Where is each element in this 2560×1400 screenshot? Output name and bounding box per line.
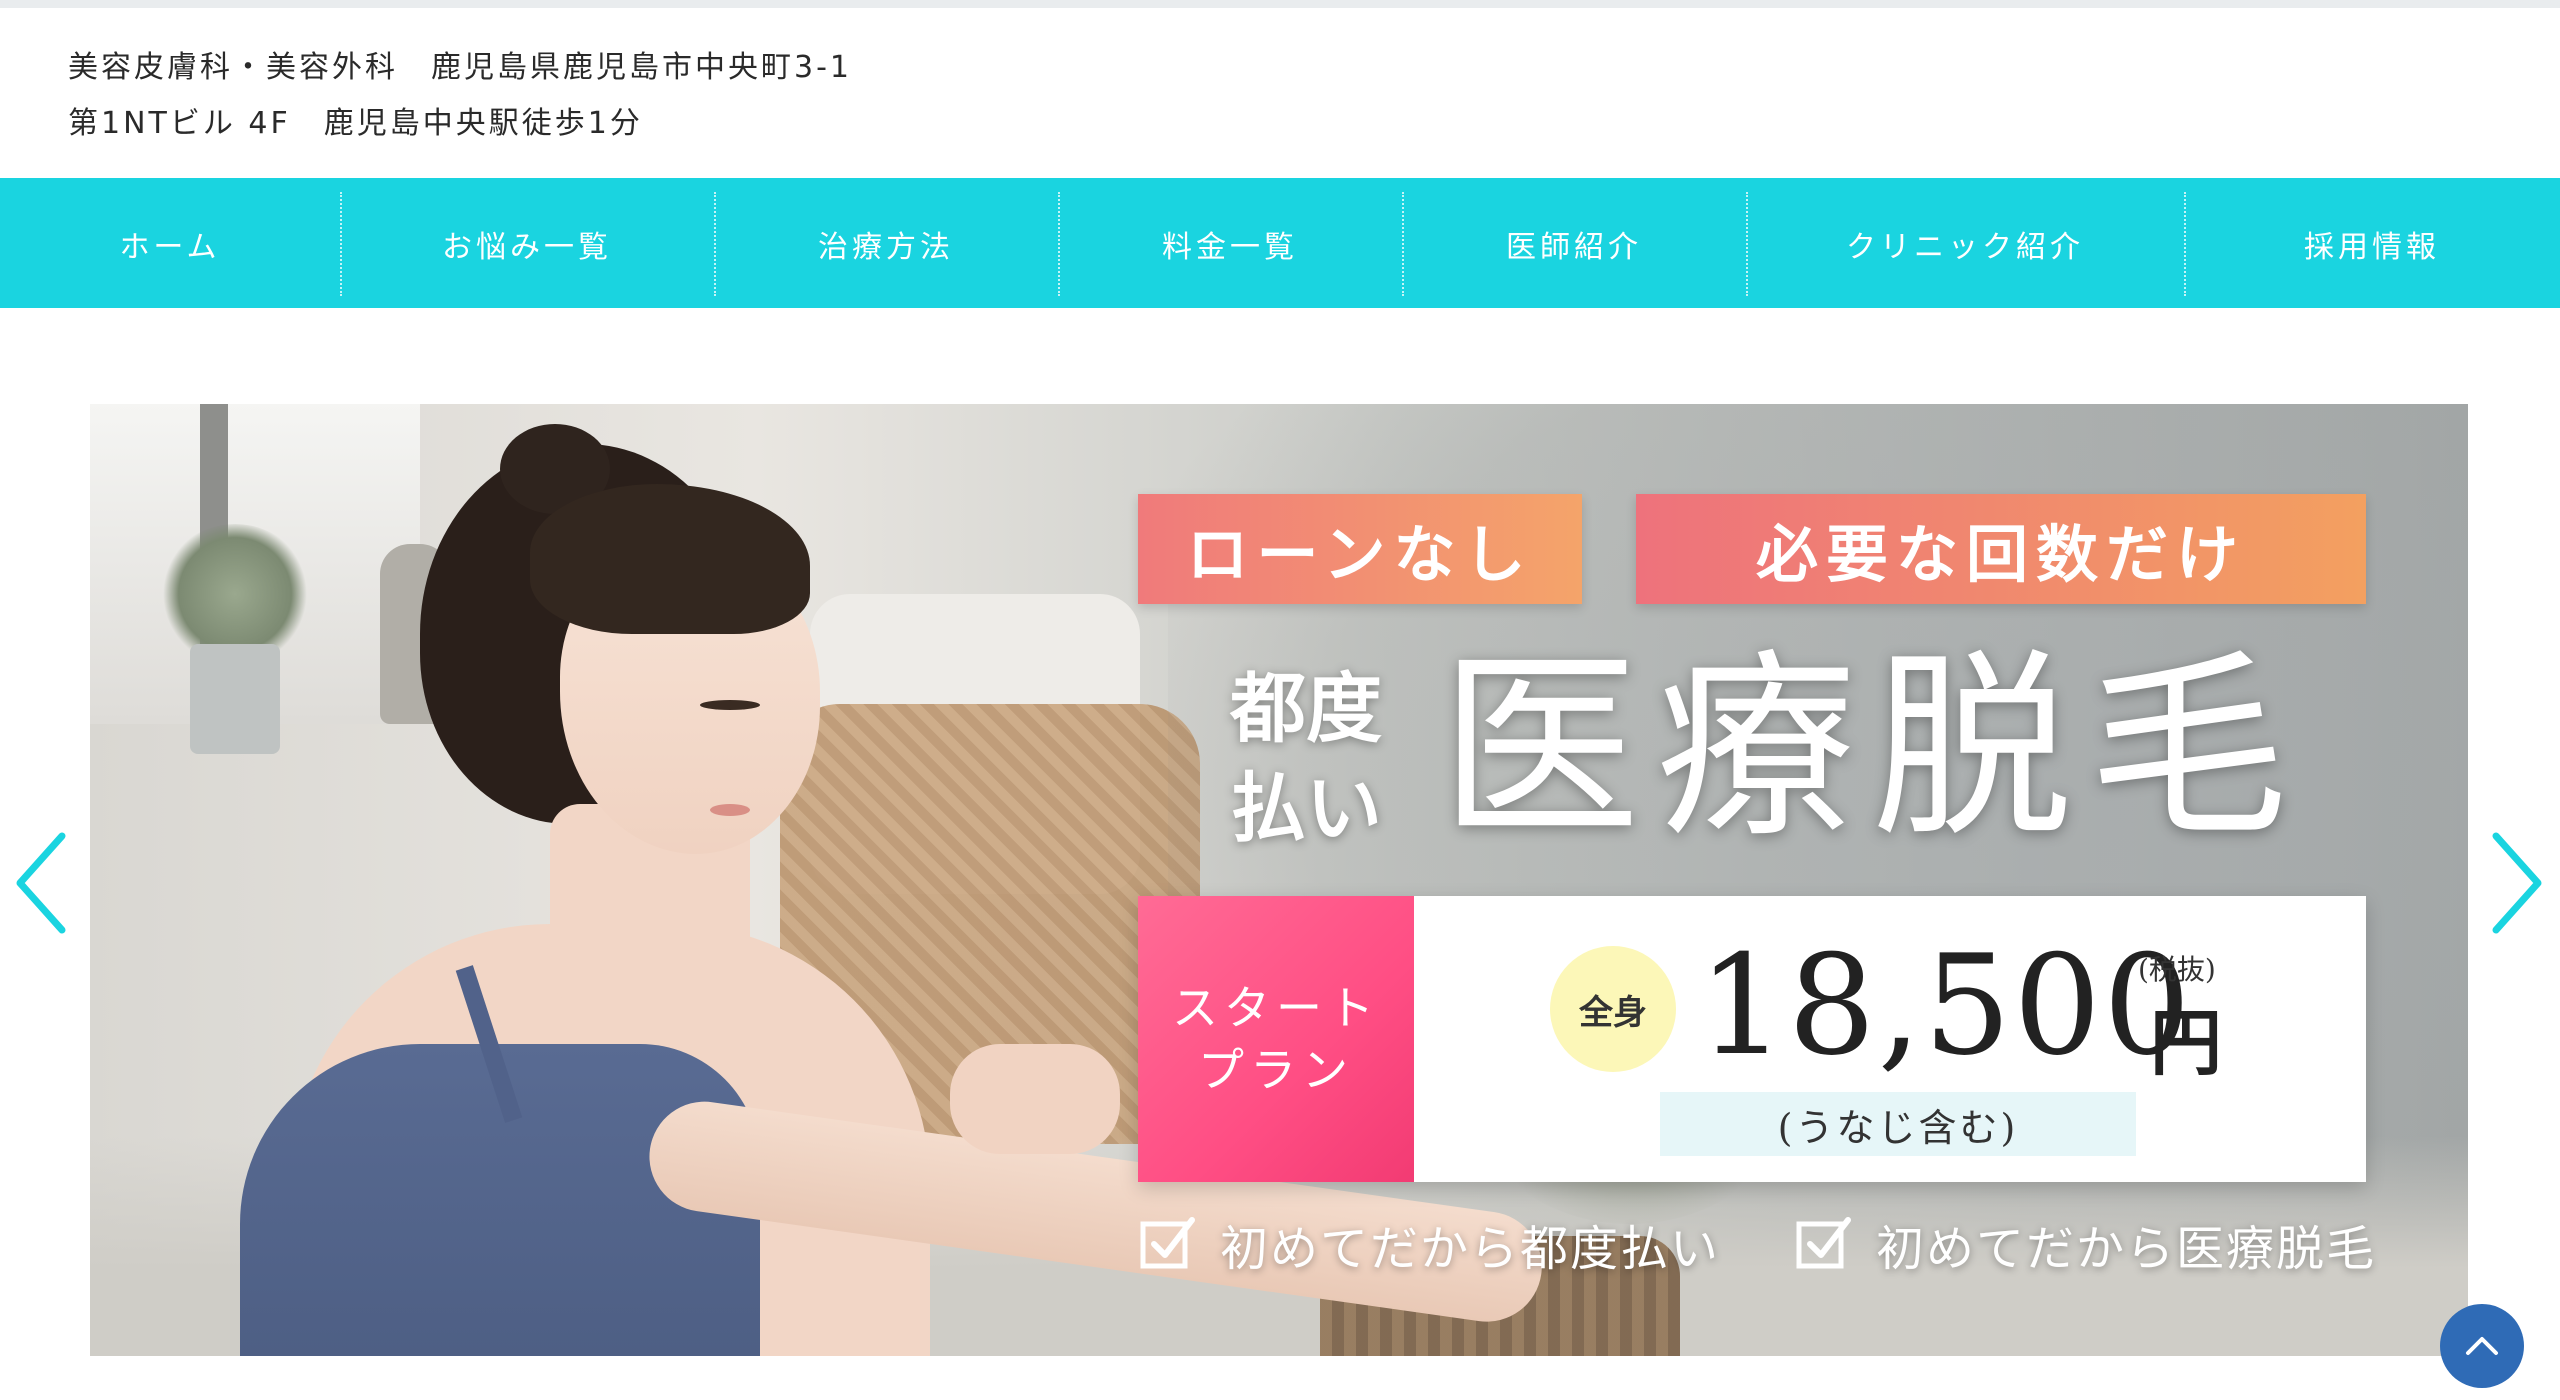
scroll-to-top-button[interactable] xyxy=(2440,1304,2524,1388)
site-header: 美容皮膚科・美容外科 鹿児島県鹿児島市中央町3-1 第1NTビル 4F 鹿児島中… xyxy=(0,8,2560,178)
promo-tag-no-loan: ローンなし xyxy=(1138,494,1582,604)
price-card: スタート プラン 全身 18,500 (税抜) 円 (うなじ含む) xyxy=(1138,896,2366,1182)
nav-item-pricing[interactable]: 料金一覧 xyxy=(1058,192,1402,296)
header-clinic-address: 美容皮膚科・美容外科 鹿児島県鹿児島市中央町3-1 xyxy=(68,50,852,85)
nav-item-treatments[interactable]: 治療方法 xyxy=(714,192,1058,296)
carousel-next-button[interactable] xyxy=(2488,828,2548,938)
hero-banner[interactable]: ローンなし 必要な回数だけ 都度 払い 医療脱毛 スタート プラン 全身 18,… xyxy=(90,404,2468,1356)
checkbox-icon xyxy=(1794,1214,1854,1274)
nav-item-doctors[interactable]: 医師紹介 xyxy=(1402,192,1746,296)
chevron-left-icon xyxy=(16,832,66,934)
model-bangs xyxy=(530,484,810,634)
plan-label: スタート プラン xyxy=(1172,981,1380,1097)
full-body-badge: 全身 xyxy=(1550,946,1676,1072)
banner-subtitle: 都度 払い xyxy=(1230,664,1382,853)
price-coverage-note: (うなじ含む) xyxy=(1660,1092,2136,1156)
price-amount: 18,500 xyxy=(1698,925,2193,1086)
model-lips xyxy=(710,804,750,816)
model-photo xyxy=(90,404,1549,1356)
checkbox-icon xyxy=(1138,1214,1198,1274)
nav-item-home[interactable]: ホーム xyxy=(0,192,340,296)
carousel-prev-button[interactable] xyxy=(10,828,70,938)
check-item-pay-per-visit: 初めてだから都度払い xyxy=(1138,1209,1720,1279)
banner-headline: 医療脱毛 xyxy=(1440,632,2305,865)
plan-label-box: スタート プラン xyxy=(1138,896,1414,1182)
price-tax-note: (税抜) xyxy=(2138,953,2216,986)
nav-item-clinic[interactable]: クリニック紹介 xyxy=(1746,192,2184,296)
nav-item-concerns[interactable]: お悩み一覧 xyxy=(340,192,714,296)
promo-tag-as-needed: 必要な回数だけ xyxy=(1636,494,2366,604)
check-item-medical-hair-removal: 初めてだから医療脱毛 xyxy=(1794,1209,2376,1279)
top-border xyxy=(0,0,2560,8)
model-hand xyxy=(950,1044,1120,1154)
chevron-up-icon xyxy=(2466,1337,2498,1355)
main-nav: ホーム お悩み一覧 治療方法 料金一覧 医師紹介 クリニック紹介 採用情報 xyxy=(0,178,2560,308)
check-item-label: 初めてだから都度払い xyxy=(1220,1221,1721,1277)
nav-item-recruit[interactable]: 採用情報 xyxy=(2184,192,2560,296)
model-eye xyxy=(700,700,760,710)
check-item-label: 初めてだから医療脱毛 xyxy=(1876,1221,2377,1277)
header-building-access: 第1NTビル 4F 鹿児島中央駅徒歩1分 xyxy=(68,106,643,141)
price-currency: 円 xyxy=(2150,1000,2223,1085)
chevron-right-icon xyxy=(2492,832,2542,934)
